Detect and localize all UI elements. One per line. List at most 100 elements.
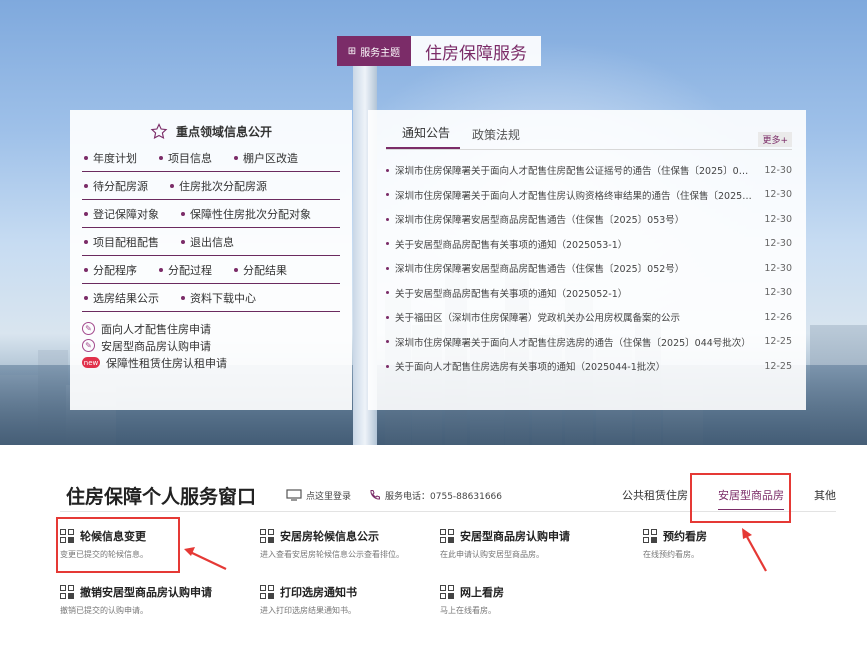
news-title[interactable]: 关于安居型商品房配售有关事项的通知（2025052-1） xyxy=(395,286,764,300)
news-title[interactable]: 深圳市住房保障署安居型商品房配售通告（住保售〔2025〕052号） xyxy=(395,261,764,275)
news-item[interactable]: 深圳市住房保障署安居型商品房配售通告（住保售〔2025〕052号） 12-30 xyxy=(386,256,792,281)
news-date: 12-30 xyxy=(764,287,792,299)
link-download-center[interactable]: 资料下载中心 xyxy=(181,290,256,306)
service-theme: ⊞ 服务主题 住房保障服务 xyxy=(337,36,541,66)
bullet xyxy=(386,193,389,197)
news-title[interactable]: 深圳市住房保障署关于面向人才配售住房选房的通告（住保售〔2025〕044号批次） xyxy=(395,335,764,349)
tab-public-rental[interactable]: 公共租赁住房 xyxy=(622,487,688,503)
link-talent-housing-apply[interactable]: ✎ 面向人才配售住房申请 xyxy=(82,320,340,337)
service-item-desc: 马上在线看房。 xyxy=(440,606,496,615)
link-rent-sale[interactable]: 项目配租配售 xyxy=(84,234,159,250)
service-item-desc: 撤销已提交的认购申请。 xyxy=(60,606,148,615)
bullet xyxy=(386,315,389,319)
bullet xyxy=(386,340,389,344)
grid-icon xyxy=(260,585,274,599)
login-link[interactable]: 点这里登录 xyxy=(286,489,351,502)
service-item[interactable]: 打印选房通知书 进入打印选房结果通知书。 xyxy=(260,583,450,616)
grid-icon xyxy=(440,529,454,543)
link-batch-targets[interactable]: 保障性住房批次分配对象 xyxy=(181,206,311,222)
disclosure-row: 年度计划 项目信息 棚户区改造 xyxy=(82,144,340,172)
service-item-title[interactable]: 撤销安居型商品房认购申请 xyxy=(80,584,212,600)
hero-banner: ⊞ 服务主题 住房保障服务 重点领域信息公开 年度计划 项目信息 棚户区改造 待… xyxy=(0,0,867,445)
info-disclosure-panel: 重点领域信息公开 年度计划 项目信息 棚户区改造 待分配房源 住房批次分配房源 … xyxy=(70,110,352,410)
news-date: 12-26 xyxy=(764,311,792,323)
application-icon: ✎ xyxy=(82,322,95,335)
service-item-title[interactable]: 网上看房 xyxy=(460,584,504,600)
service-item-title[interactable]: 预约看房 xyxy=(663,528,707,544)
news-item[interactable]: 关于面向人才配售住房选房有关事项的通知（2025044-1批次） 12-25 xyxy=(386,354,792,379)
link-project-info[interactable]: 项目信息 xyxy=(159,150,212,166)
arrow-icon xyxy=(184,547,227,570)
monitor-icon xyxy=(286,489,302,501)
service-item[interactable]: 撤销安居型商品房认购申请撤销已提交的认购申请。 xyxy=(60,583,250,616)
news-date: 12-25 xyxy=(764,336,792,348)
news-panel: 通知公告 政策法规 更多+ 深圳市住房保障署关于面向人才配售住房配售公证摇号的通… xyxy=(368,110,806,410)
news-title[interactable]: 关于福田区（深圳市住房保障署）党政机关办公用房权属备案的公示 xyxy=(395,310,764,324)
disclosure-row: 选房结果公示 资料下载中心 xyxy=(82,284,340,312)
bullet xyxy=(386,168,389,172)
news-title[interactable]: 深圳市住房保障署关于面向人才配售住房认购资格终审结果的通告（住保售〔2025〕0… xyxy=(395,188,764,202)
link-rental-housing-apply[interactable]: new 保障性租赁住房认租申请 xyxy=(82,354,340,371)
service-item-title[interactable]: 安居型商品房认购申请 xyxy=(460,528,570,544)
link-annual-plan[interactable]: 年度计划 xyxy=(84,150,137,166)
link-allocation-procedure[interactable]: 分配程序 xyxy=(84,262,137,278)
bullet xyxy=(386,364,389,368)
bullet xyxy=(386,217,389,221)
link-selection-result[interactable]: 选房结果公示 xyxy=(84,290,159,306)
star-icon xyxy=(150,122,168,139)
disclosure-row: 登记保障对象 保障性住房批次分配对象 xyxy=(82,200,340,228)
news-date: 12-30 xyxy=(764,213,792,225)
theme-tag-label: 服务主题 xyxy=(360,47,401,59)
disclosure-row: 项目配租配售 退出信息 xyxy=(82,228,340,256)
news-date: 12-30 xyxy=(764,238,792,250)
news-title[interactable]: 深圳市住房保障署安居型商品房配售通告（住保售〔2025〕053号） xyxy=(395,212,764,226)
link-batch-housing[interactable]: 住房批次分配房源 xyxy=(170,178,267,194)
tab-other[interactable]: 其他 xyxy=(814,487,836,503)
link-affordable-housing-apply[interactable]: ✎ 安居型商品房认购申请 xyxy=(82,337,340,354)
bullet xyxy=(386,291,389,295)
service-item[interactable]: 网上看房马上在线看房。 xyxy=(440,583,630,616)
grid-icon xyxy=(643,529,657,543)
news-date: 12-30 xyxy=(764,189,792,201)
news-item[interactable]: 深圳市住房保障署关于面向人才配售住房配售公证摇号的通告（住保售〔2025〕045… xyxy=(386,158,792,183)
grid-icon: ⊞ xyxy=(347,45,357,57)
tab-policies[interactable]: 政策法规 xyxy=(460,126,530,149)
bullet xyxy=(386,266,389,270)
service-item[interactable]: 安居房轮候信息公示进入查看安居房轮候信息公示查看排位。 xyxy=(260,527,450,560)
theme-title: 住房保障服务 xyxy=(411,36,541,66)
link-allocation-result[interactable]: 分配结果 xyxy=(234,262,287,278)
news-date: 12-30 xyxy=(764,262,792,274)
service-item-desc: 在此申请认购安居型商品房。 xyxy=(440,550,544,559)
news-item[interactable]: 深圳市住房保障署安居型商品房配售通告（住保售〔2025〕053号） 12-30 xyxy=(386,207,792,232)
news-item[interactable]: 关于安居型商品房配售有关事项的通知（2025053-1） 12-30 xyxy=(386,232,792,257)
panel-title: 重点领域信息公开 xyxy=(175,124,272,139)
more-button[interactable]: 更多+ xyxy=(758,132,792,147)
news-item[interactable]: 关于福田区（深圳市住房保障署）党政机关办公用房权属备案的公示 12-26 xyxy=(386,305,792,330)
grid-icon xyxy=(260,529,274,543)
link-shanty-renovation[interactable]: 棚户区改造 xyxy=(234,150,298,166)
grid-icon xyxy=(440,585,454,599)
disclosure-row: 分配程序 分配过程 分配结果 xyxy=(82,256,340,284)
link-pending-housing[interactable]: 待分配房源 xyxy=(84,178,148,194)
news-title[interactable]: 关于安居型商品房配售有关事项的通知（2025053-1） xyxy=(395,237,764,251)
new-badge-icon: new xyxy=(82,357,100,368)
service-item-desc: 进入查看安居房轮候信息公示查看排位。 xyxy=(260,550,404,559)
news-item[interactable]: 深圳市住房保障署关于面向人才配售住房选房的通告（住保售〔2025〕044号批次）… xyxy=(386,330,792,355)
highlight-box-waitlist xyxy=(56,517,180,573)
service-item-title[interactable]: 安居房轮候信息公示 xyxy=(280,528,379,544)
link-allocation-process[interactable]: 分配过程 xyxy=(159,262,212,278)
service-title: 住房保障个人服务窗口 xyxy=(66,485,257,508)
news-item[interactable]: 深圳市住房保障署关于面向人才配售住房认购资格终审结果的通告（住保售〔2025〕0… xyxy=(386,183,792,208)
news-title[interactable]: 关于面向人才配售住房选房有关事项的通知（2025044-1批次） xyxy=(395,359,764,373)
service-item-title[interactable]: 打印选房通知书 xyxy=(280,584,357,600)
service-phone: 服务电话：0755-88631666 xyxy=(369,489,502,502)
tab-notices[interactable]: 通知公告 xyxy=(386,124,461,149)
phone-icon xyxy=(370,490,381,500)
link-exit-info[interactable]: 退出信息 xyxy=(181,234,234,250)
news-title[interactable]: 深圳市住房保障署关于面向人才配售住房配售公证摇号的通告（住保售〔2025〕045… xyxy=(395,163,764,177)
theme-tag: ⊞ 服务主题 xyxy=(337,36,411,66)
personal-service-window: 住房保障个人服务窗口 点这里登录 服务电话：0755-88631666 公共租赁… xyxy=(0,445,867,650)
service-item[interactable]: 安居型商品房认购申请在此申请认购安居型商品房。 xyxy=(440,527,630,560)
link-registered-targets[interactable]: 登记保障对象 xyxy=(84,206,159,222)
news-item[interactable]: 关于安居型商品房配售有关事项的通知（2025052-1） 12-30 xyxy=(386,281,792,306)
